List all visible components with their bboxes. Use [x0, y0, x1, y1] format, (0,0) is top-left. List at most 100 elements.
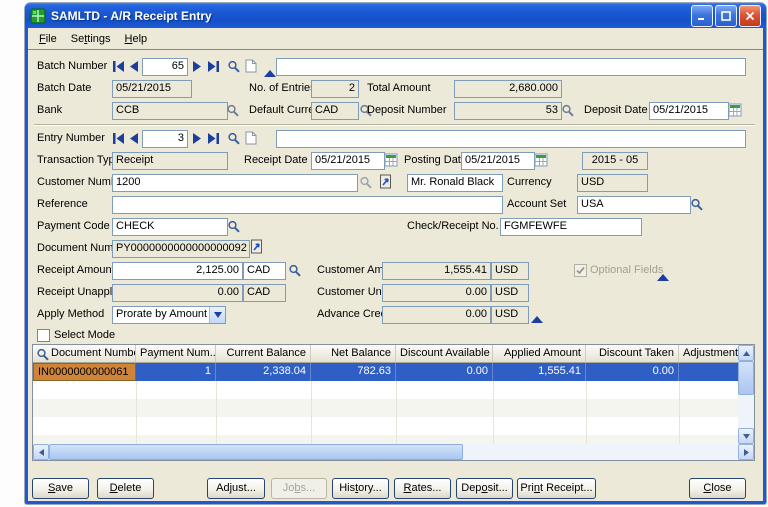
grid-header-net-balance[interactable]: Net Balance — [311, 345, 396, 363]
payment-code-finder-icon[interactable] — [227, 220, 240, 233]
menu-file[interactable]: File — [32, 30, 64, 48]
grid-cell-payment-number[interactable]: 1 — [136, 363, 216, 381]
scroll-up-icon[interactable] — [738, 345, 754, 361]
grid-header-discount-taken[interactable]: Discount Taken — [586, 345, 679, 363]
posting-date-label: Posting Date — [404, 154, 467, 166]
minimize-button[interactable] — [691, 4, 713, 27]
close-action-button[interactable]: Close — [689, 478, 746, 499]
deposit-date-input[interactable]: 05/21/2015 — [649, 102, 729, 120]
receipt-amount-finder-icon[interactable] — [288, 264, 301, 277]
grid-cell-discount-available[interactable]: 0.00 — [396, 363, 493, 381]
vertical-scroll-thumb[interactable] — [738, 361, 754, 395]
transaction-type-label: Transaction Type — [37, 154, 121, 166]
history-button[interactable]: History... — [332, 478, 389, 499]
batch-first-icon[interactable] — [112, 61, 125, 72]
print-receipt-button[interactable]: Print Receipt... — [517, 478, 596, 499]
batch-description-input[interactable] — [276, 58, 746, 76]
receipt-amount-input[interactable]: 2,125.00 — [112, 262, 243, 280]
account-set-finder-icon[interactable] — [690, 198, 703, 211]
close-button[interactable] — [739, 4, 761, 27]
grid-vertical-scrollbar[interactable] — [738, 345, 754, 444]
bank-field: CCB — [112, 102, 228, 120]
apply-method-dropdown-icon[interactable] — [209, 307, 225, 323]
reference-input[interactable] — [112, 196, 503, 214]
scroll-down-icon[interactable] — [738, 428, 754, 444]
entry-number-label: Entry Number — [37, 132, 105, 144]
apply-method-select[interactable]: Prorate by Amount — [112, 306, 226, 324]
apply-method-label: Apply Method — [37, 308, 105, 320]
advance-credit-field: 0.00 — [382, 306, 491, 324]
scroll-left-icon[interactable] — [33, 444, 49, 460]
grid-horizontal-scrollbar[interactable] — [33, 444, 754, 460]
batch-finder-icon[interactable] — [227, 60, 240, 73]
batch-number-input[interactable]: 65 — [142, 58, 188, 76]
grid-column-separator — [493, 381, 494, 444]
app-icon — [30, 8, 46, 24]
customer-drilldown-icon[interactable] — [379, 174, 392, 189]
scroll-right-icon[interactable] — [738, 444, 754, 460]
menu-settings-label: Settings — [70, 32, 111, 45]
deposit-button[interactable]: Deposit... — [456, 478, 513, 499]
check-receipt-no-input[interactable]: FGMFEWFE — [500, 218, 642, 236]
rates-button[interactable]: Rates... — [394, 478, 451, 499]
receipt-unapplied-field: 0.00 — [112, 284, 243, 302]
customer-finder-icon[interactable] — [359, 176, 372, 189]
entry-first-icon[interactable] — [112, 133, 125, 144]
receipt-unapplied-currency-field: CAD — [243, 284, 286, 302]
payment-code-label: Payment Code — [37, 220, 110, 232]
document-drilldown-icon[interactable] — [250, 239, 263, 254]
customer-unapplied-field: 0.00 — [382, 284, 491, 302]
menu-bar: File Settings Help — [28, 28, 763, 50]
posting-date-calendar-icon[interactable] — [534, 153, 548, 167]
deposit-date-calendar-icon[interactable] — [728, 103, 742, 117]
batch-new-icon[interactable] — [245, 59, 257, 73]
deposit-number-finder-icon[interactable] — [561, 104, 574, 117]
empty-grid-row — [33, 435, 738, 444]
account-set-input[interactable]: USA — [577, 196, 691, 214]
entry-new-icon[interactable] — [245, 131, 257, 145]
grid-header-payment-number[interactable]: Payment Num... — [136, 345, 216, 363]
grid-cell-current-balance[interactable]: 2,338.04 — [216, 363, 311, 381]
customer-unapplied-currency-field: USD — [491, 284, 529, 302]
batch-date-label: Batch Date — [37, 82, 92, 94]
select-mode-checkbox[interactable] — [37, 329, 50, 342]
grid-header-current-balance[interactable]: Current Balance — [216, 345, 311, 363]
grid-header-discount-available[interactable]: Discount Available — [396, 345, 493, 363]
grid-cell-net-balance[interactable]: 782.63 — [311, 363, 396, 381]
receipt-date-input[interactable]: 05/21/2015 — [311, 152, 385, 170]
entry-finder-icon[interactable] — [227, 132, 240, 145]
entry-previous-icon[interactable] — [128, 133, 139, 144]
payment-code-input[interactable]: CHECK — [112, 218, 228, 236]
receipt-date-calendar-icon[interactable] — [384, 153, 398, 167]
grid-cell-discount-taken[interactable]: 0.00 — [586, 363, 679, 381]
menu-help[interactable]: Help — [118, 30, 155, 48]
grid-cell-document-number[interactable]: IN0000000000061 — [33, 363, 136, 381]
grid-cell-applied-amount[interactable]: 1,555.41 — [493, 363, 586, 381]
batch-previous-icon[interactable] — [128, 61, 139, 72]
customer-number-input[interactable]: 1200 — [112, 174, 358, 192]
adjust-button[interactable]: Adjust... — [207, 478, 265, 499]
delete-button[interactable]: Delete — [97, 478, 154, 499]
grid-cell-adjustment[interactable] — [679, 363, 738, 381]
entry-last-icon[interactable] — [207, 133, 220, 144]
maximize-button[interactable] — [715, 4, 737, 27]
entry-number-input[interactable]: 3 — [142, 130, 188, 148]
grid-header-adjustment[interactable]: Adjustment — [679, 345, 738, 363]
entry-description-input[interactable] — [276, 130, 746, 148]
horizontal-scroll-thumb[interactable] — [49, 444, 463, 460]
title-bar[interactable]: SAMLTD - A/R Receipt Entry — [25, 3, 766, 28]
menu-settings[interactable]: Settings — [64, 30, 118, 48]
save-button[interactable]: Save — [32, 478, 89, 499]
bank-label: Bank — [37, 104, 63, 116]
customer-name-field: Mr. Ronald Black — [407, 174, 503, 192]
grid-column-separator — [216, 381, 217, 444]
batch-next-icon[interactable] — [192, 61, 203, 72]
empty-grid-row — [33, 399, 738, 417]
deposit-date-label: Deposit Date — [584, 104, 648, 116]
grid-finder-icon[interactable] — [36, 348, 49, 361]
batch-last-icon[interactable] — [207, 61, 220, 72]
bank-finder-icon[interactable] — [226, 104, 239, 117]
grid-header-applied-amount[interactable]: Applied Amount — [493, 345, 586, 363]
posting-date-input[interactable]: 05/21/2015 — [461, 152, 535, 170]
entry-next-icon[interactable] — [192, 133, 203, 144]
